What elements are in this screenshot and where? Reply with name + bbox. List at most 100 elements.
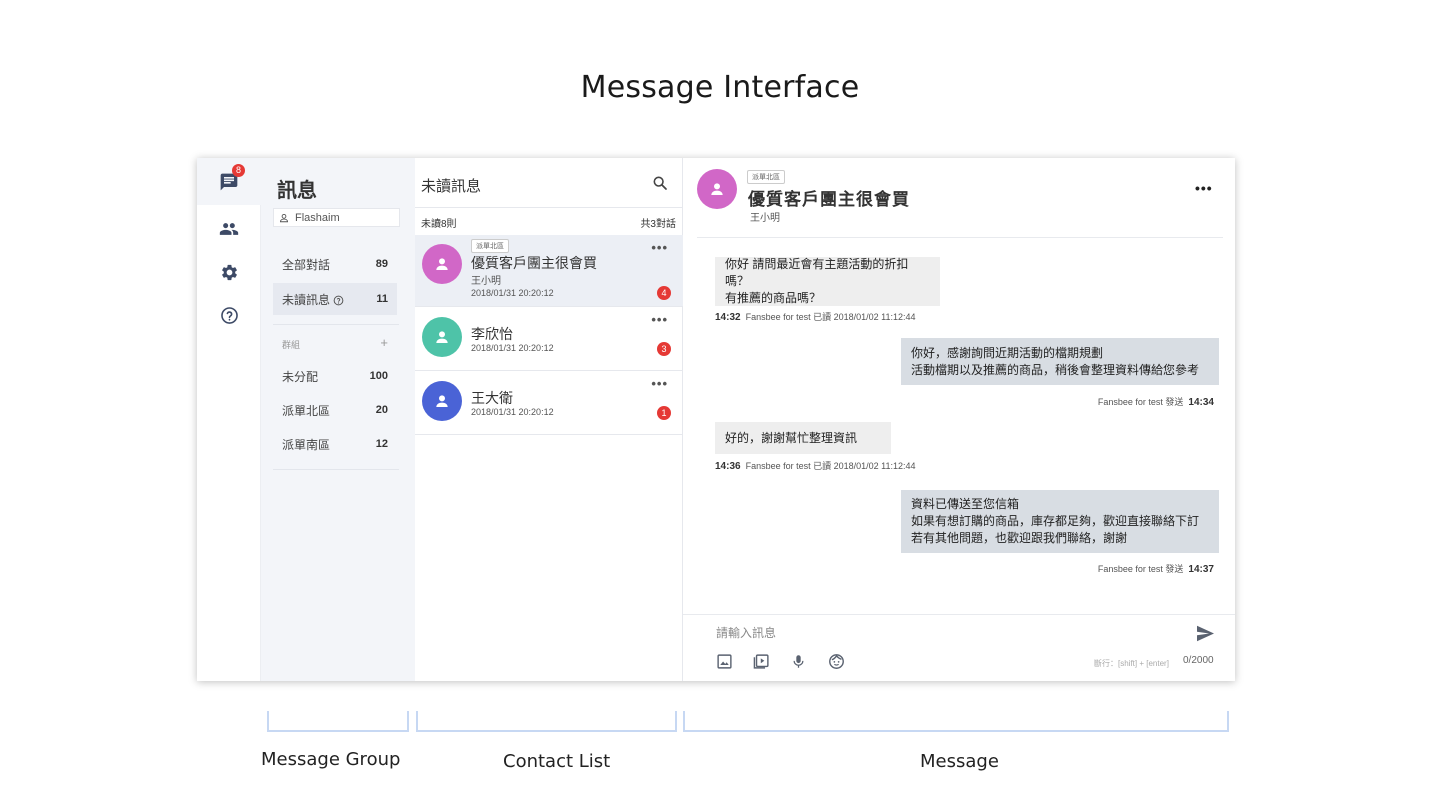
divider: [273, 324, 399, 325]
message-bubble-outgoing: 你好，感謝詢問近期活動的檔期規劃 活動檔期以及推薦的商品，稍後會整理資料傳給您參…: [901, 338, 1219, 385]
messages-nav-button[interactable]: 8: [197, 158, 261, 205]
message-line: 好的，謝謝幫忙整理資訊: [725, 430, 858, 445]
message-meta: 14:36 Fansbee for test 已讀 2018/01/02 11:…: [715, 459, 916, 472]
avatar: [422, 381, 462, 421]
group-tag: 派單北區: [471, 239, 509, 253]
message-group-panel: 訊息 Flashaim 全部對話 89 未讀訊息 11 群組 + 未分配 100…: [261, 158, 415, 681]
contact-time: 2018/01/31 20:20:12: [471, 407, 554, 417]
people-icon: [219, 223, 239, 235]
more-options-button[interactable]: •••: [651, 377, 668, 390]
help-circle-icon[interactable]: [333, 295, 344, 306]
group-count: 11: [376, 293, 388, 305]
section-label-message-group: Message Group: [261, 749, 401, 770]
section-bracket-contact-list: [416, 711, 677, 732]
unread-summary: 未讀8則: [421, 219, 457, 230]
group-label: 派單南區: [282, 437, 331, 452]
send-icon: [1197, 625, 1214, 642]
groups-title: 訊息: [277, 180, 317, 202]
section-bracket-message: [683, 711, 1229, 732]
message-time: 14:37: [1188, 564, 1214, 575]
contact-item[interactable]: 李欣怡 2018/01/31 20:20:12 ••• 3: [415, 307, 683, 371]
message-status: Fansbee for test 已讀 2018/01/02 11:12:44: [745, 461, 916, 471]
person-icon: [711, 183, 723, 195]
avatar: [422, 317, 462, 357]
more-options-button[interactable]: •••: [651, 313, 668, 326]
contact-name: 王大衛: [471, 390, 513, 406]
message-panel: 派單北區 優質客戶團主很會買 王小明 ••• 你好 請問最近會有主題活動的折扣嗎…: [683, 158, 1235, 681]
group-all-conversations[interactable]: 全部對話 89: [273, 248, 397, 280]
group-item-unassigned[interactable]: 未分配 100: [273, 360, 397, 392]
user-icon: [279, 213, 289, 222]
message-line: 你好 請問最近會有主題活動的折扣嗎？: [725, 257, 909, 288]
message-app-window: 8 訊息 Flashaim 全部對話 89 未讀訊息 11 群組 + 未分配 1…: [197, 158, 1235, 681]
person-icon: [436, 395, 448, 407]
image-button[interactable]: [716, 653, 733, 675]
group-label: 未分配: [282, 369, 319, 384]
person-icon: [436, 258, 448, 270]
message-meta: Fansbee for test 發送 14:37: [1098, 562, 1214, 575]
unread-badge: 4: [657, 286, 671, 300]
divider: [273, 469, 399, 470]
group-unread-messages[interactable]: 未讀訊息 11: [273, 283, 397, 315]
chat-avatar: [697, 169, 737, 209]
divider: [415, 207, 683, 208]
message-line: 如果有想訂購的商品，庫存都足夠，歡迎直接聯絡下訂: [911, 514, 1200, 528]
contacts-nav-button[interactable]: [197, 216, 261, 242]
message-line: 活動檔期以及推薦的商品，稍後會整理資料傳給您參考: [911, 362, 1200, 377]
newline-hint: 斷行：[shift] + [enter]: [1094, 659, 1169, 668]
group-section-header: 群組 +: [282, 336, 388, 351]
message-line: 資料已傳送至您信箱: [911, 497, 1020, 511]
message-time: 14:36: [715, 461, 741, 472]
message-line: 你好，感謝詢問近期活動的檔期規劃: [911, 345, 1104, 360]
message-input[interactable]: 請輸入訊息: [716, 624, 776, 641]
chat-more-button[interactable]: •••: [1195, 181, 1213, 195]
contact-subname: 王小明: [471, 276, 501, 287]
user-selector[interactable]: Flashaim: [273, 208, 400, 227]
group-tag: 派單北區: [747, 170, 785, 184]
group-item-south[interactable]: 派單南區 12: [273, 428, 397, 460]
help-nav-button[interactable]: [197, 302, 261, 328]
contact-time: 2018/01/31 20:20:12: [471, 288, 554, 298]
message-status: Fansbee for test 已讀 2018/01/02 11:12:44: [745, 312, 916, 322]
message-bubble-incoming: 好的，謝謝幫忙整理資訊: [715, 422, 891, 454]
message-status: Fansbee for test 發送: [1097, 397, 1184, 407]
search-button[interactable]: [652, 175, 668, 196]
avatar: [422, 244, 462, 284]
contact-name: 李欣怡: [471, 326, 513, 342]
message-bubble-outgoing: 資料已傳送至您信箱 如果有想訂購的商品，庫存都足夠，歡迎直接聯絡下訂 若有其他問…: [901, 490, 1219, 553]
icon-rail: 8: [197, 158, 261, 681]
emoji-button[interactable]: [828, 653, 845, 675]
person-icon: [436, 331, 448, 343]
user-name: Flashaim: [295, 211, 340, 224]
contact-list-panel: 未讀訊息 未讀8則 共3對話 派單北區 優質客戶團主很會買 王小明 2018/0…: [415, 158, 683, 681]
search-icon: [653, 176, 667, 190]
section-bracket-message-group: [267, 711, 409, 732]
gear-icon: [221, 264, 237, 280]
total-summary: 共3對話: [640, 219, 676, 230]
message-bubble-incoming: 你好 請問最近會有主題活動的折扣嗎？ 有推薦的商品嗎？: [715, 257, 940, 306]
page-title: Message Interface: [580, 70, 860, 105]
message-line: 有推薦的商品嗎？: [725, 291, 822, 305]
group-section-label: 群組: [282, 340, 301, 350]
unread-badge: 3: [657, 342, 671, 356]
contact-time: 2018/01/31 20:20:12: [471, 343, 554, 353]
contact-list-title: 未讀訊息: [421, 178, 482, 195]
send-button[interactable]: [1196, 625, 1215, 647]
message-meta: Fansbee for test 發送 14:34: [1098, 395, 1214, 408]
settings-nav-button[interactable]: [197, 259, 261, 285]
message-time: 14:32: [715, 312, 741, 323]
video-button[interactable]: [753, 653, 770, 675]
group-item-north[interactable]: 派單北區 20: [273, 394, 397, 426]
add-group-button[interactable]: +: [380, 336, 388, 351]
unread-badge: 1: [657, 406, 671, 420]
message-status: Fansbee for test 發送: [1097, 564, 1184, 574]
divider: [697, 237, 1223, 238]
char-counter: 0/2000: [1183, 655, 1214, 666]
more-options-button[interactable]: •••: [651, 241, 668, 254]
contact-item[interactable]: 派單北區 優質客戶團主很會買 王小明 2018/01/31 20:20:12 •…: [415, 235, 683, 307]
voice-button[interactable]: [791, 653, 806, 675]
message-line: 若有其他問題，也歡迎跟我們聯絡，謝謝: [911, 531, 1128, 545]
group-count: 20: [375, 404, 388, 416]
divider: [683, 614, 1235, 615]
contact-item[interactable]: 王大衛 2018/01/31 20:20:12 ••• 1: [415, 371, 683, 435]
